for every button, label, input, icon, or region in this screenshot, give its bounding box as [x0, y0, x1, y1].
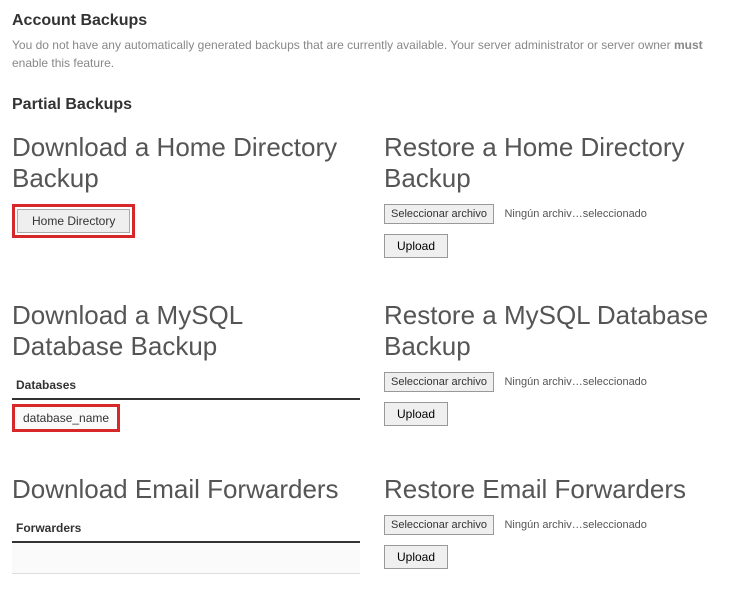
home-directory-button[interactable]: Home Directory — [17, 209, 130, 233]
database-row[interactable]: database_name — [12, 404, 120, 432]
download-home-dir-heading: Download a Home Directory Backup — [12, 132, 360, 194]
desc-text-a: You do not have any automatically genera… — [12, 38, 674, 52]
email-file-select-button[interactable]: Seleccionar archivo — [384, 515, 494, 535]
partial-backups-heading: Partial Backups — [12, 96, 732, 114]
restore-email-heading: Restore Email Forwarders — [384, 474, 732, 505]
page-title: Account Backups — [12, 12, 732, 30]
restore-mysql-heading: Restore a MySQL Database Backup — [384, 300, 732, 362]
page-description: You do not have any automatically genera… — [12, 36, 732, 72]
download-mysql-heading: Download a MySQL Database Backup — [12, 300, 360, 362]
databases-table-header: Databases — [12, 372, 360, 400]
desc-text-b: enable this feature. — [12, 56, 114, 70]
desc-must: must — [674, 38, 703, 52]
mysql-upload-button[interactable]: Upload — [384, 402, 448, 426]
email-upload-button[interactable]: Upload — [384, 545, 448, 569]
home-dir-file-select-button[interactable]: Seleccionar archivo — [384, 204, 494, 224]
mysql-file-select-button[interactable]: Seleccionar archivo — [384, 372, 494, 392]
forwarders-row — [12, 543, 360, 574]
forwarders-table-header: Forwarders — [12, 515, 360, 543]
download-email-heading: Download Email Forwarders — [12, 474, 360, 505]
home-dir-file-status: Ningún archiv…seleccionado — [504, 208, 646, 220]
restore-home-dir-heading: Restore a Home Directory Backup — [384, 132, 732, 194]
home-dir-highlight: Home Directory — [12, 204, 135, 238]
mysql-file-status: Ningún archiv…seleccionado — [504, 376, 646, 388]
home-dir-upload-button[interactable]: Upload — [384, 234, 448, 258]
email-file-status: Ningún archiv…seleccionado — [504, 519, 646, 531]
